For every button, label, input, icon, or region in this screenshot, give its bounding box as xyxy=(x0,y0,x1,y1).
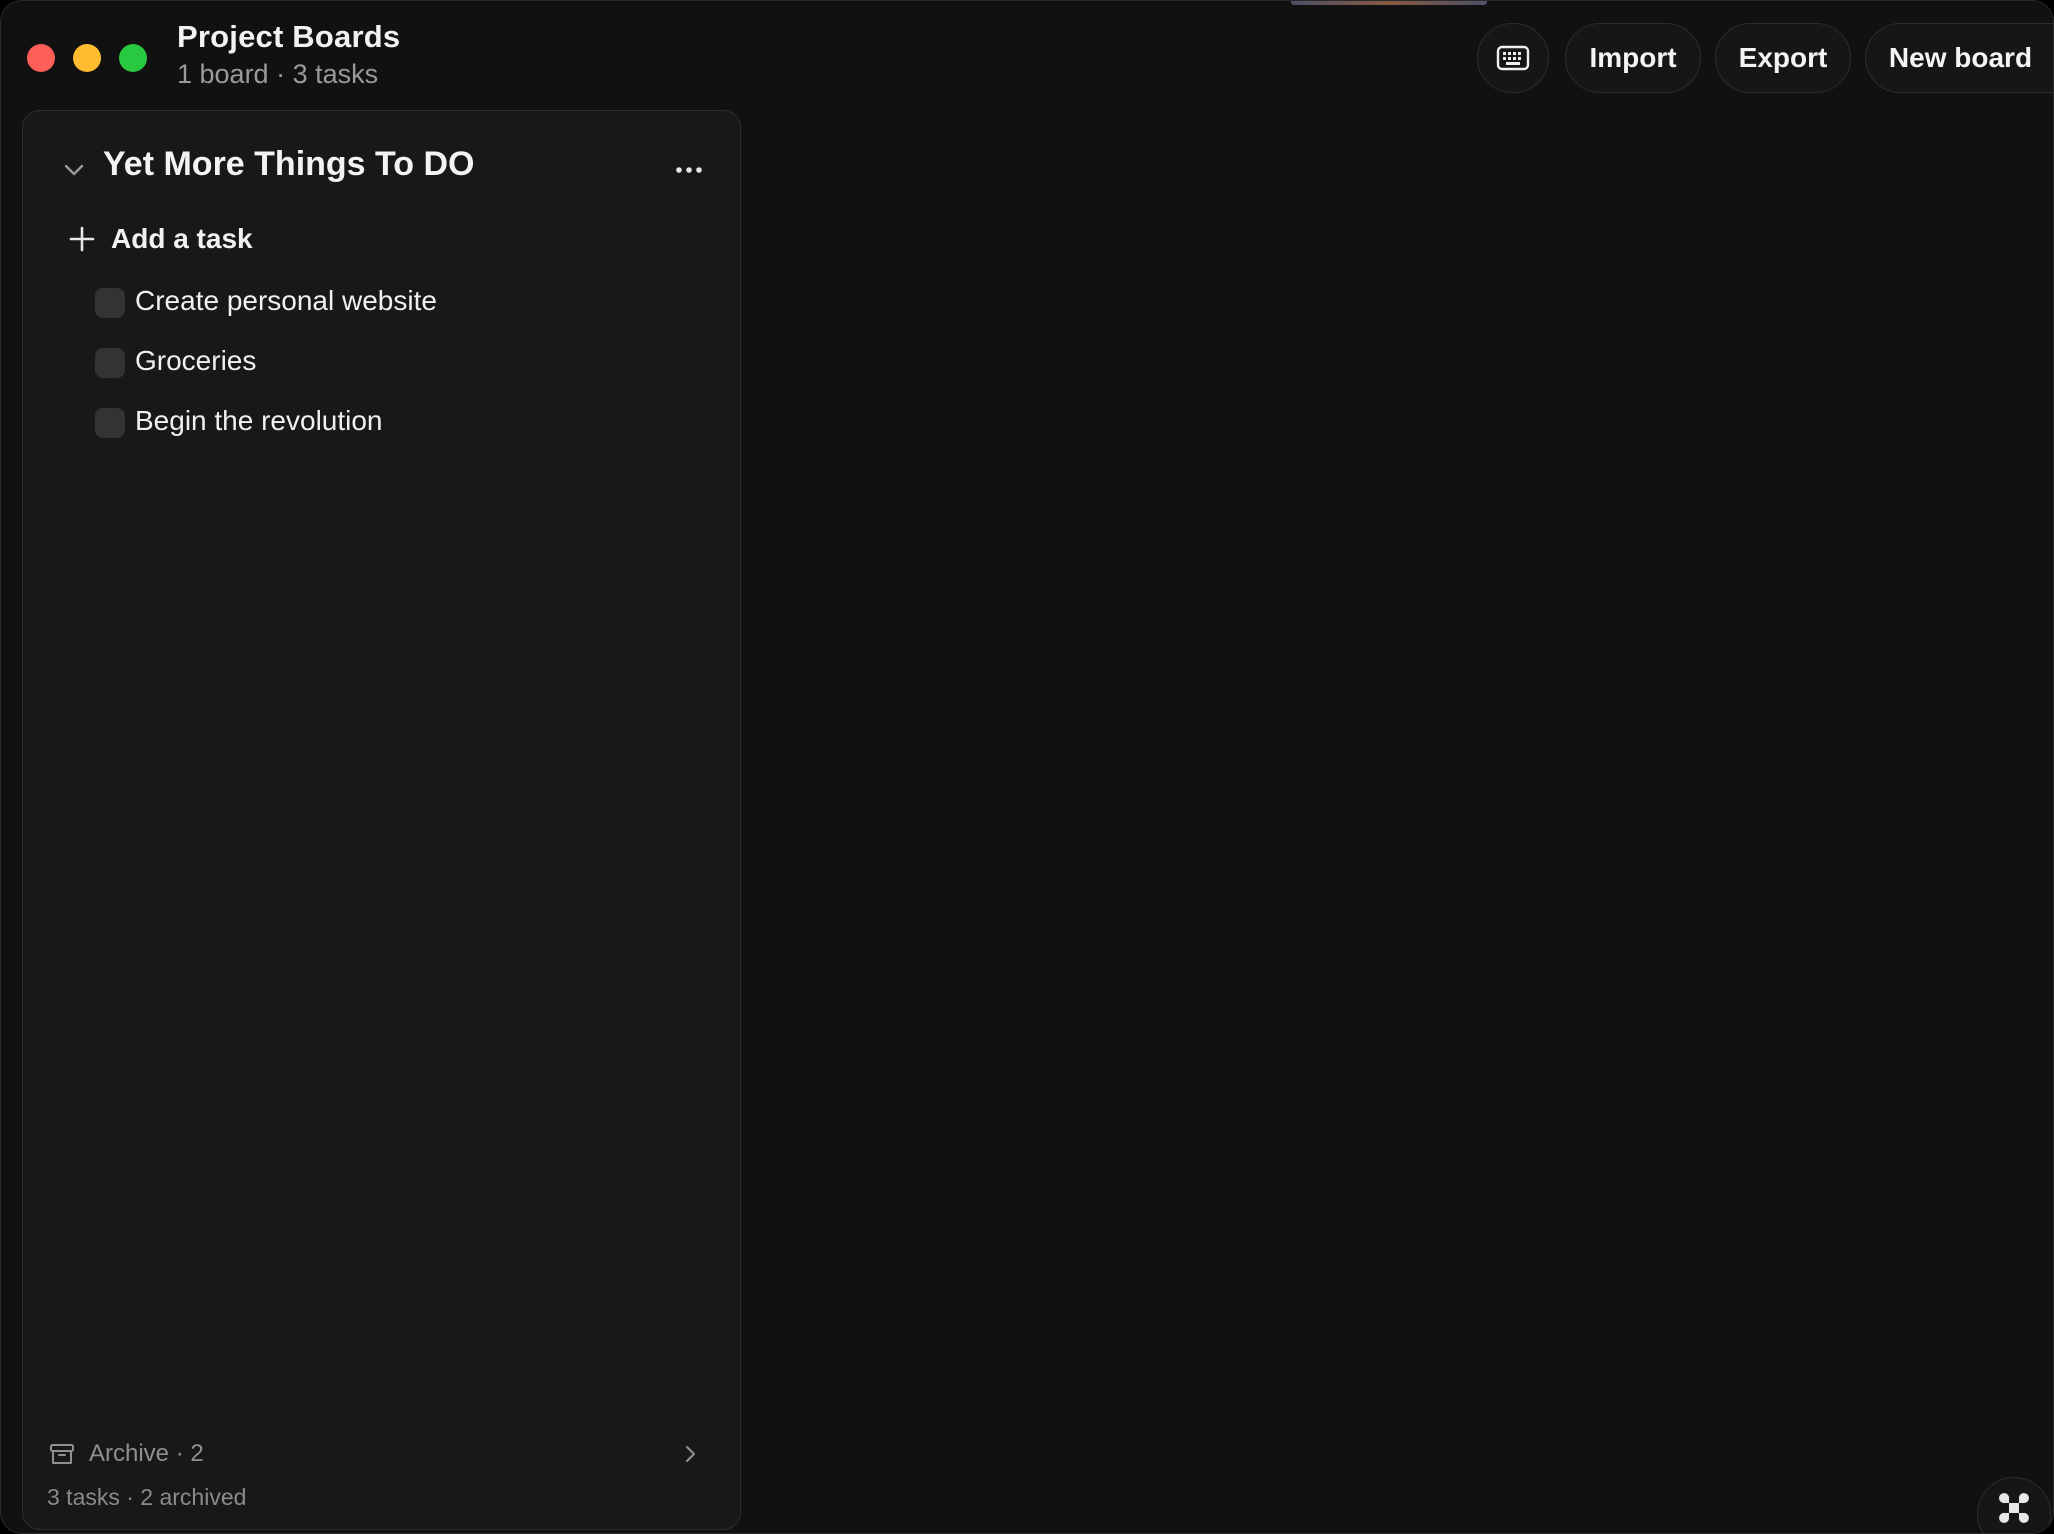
task-checkbox[interactable] xyxy=(95,288,125,318)
task-item[interactable]: Groceries xyxy=(95,341,695,381)
archive-link[interactable]: Archive · 2 xyxy=(47,1432,727,1476)
add-task-label: Add a task xyxy=(111,223,253,254)
board-title[interactable]: Yet More Things To DO xyxy=(103,145,475,184)
task-label: Begin the revolution xyxy=(135,405,383,436)
archive-icon xyxy=(50,1444,74,1464)
app-title: Project Boards xyxy=(177,19,401,54)
titlebar: Project Boards 1 board · 3 tasks Import … xyxy=(1,1,2053,109)
more-horizontal-icon[interactable] xyxy=(671,155,707,185)
chevron-right-icon xyxy=(685,1445,696,1463)
command-button[interactable] xyxy=(1977,1477,2051,1533)
command-icon xyxy=(1999,1493,2029,1523)
board-column: Yet More Things To DO Add a task Create … xyxy=(22,110,741,1530)
archive-label: Archive · 2 xyxy=(89,1440,204,1467)
keyboard-icon xyxy=(1496,45,1530,71)
zoom-window-button[interactable] xyxy=(119,44,147,72)
task-label: Create personal website xyxy=(135,285,437,316)
task-checkbox[interactable] xyxy=(95,348,125,378)
task-checkbox[interactable] xyxy=(95,408,125,438)
export-button[interactable]: Export xyxy=(1715,23,1851,93)
keyboard-shortcuts-button[interactable] xyxy=(1477,23,1549,93)
plus-icon xyxy=(69,226,95,252)
minimize-window-button[interactable] xyxy=(73,44,101,72)
import-button[interactable]: Import xyxy=(1565,23,1701,93)
new-board-button[interactable]: New board xyxy=(1865,23,2053,93)
task-item[interactable]: Begin the revolution xyxy=(95,401,695,441)
app-window: Project Boards 1 board · 3 tasks Import … xyxy=(0,0,2054,1534)
chevron-down-icon[interactable] xyxy=(59,155,89,185)
task-label: Groceries xyxy=(135,345,257,376)
task-item[interactable]: Create personal website xyxy=(95,281,695,321)
close-window-button[interactable] xyxy=(27,44,55,72)
add-task-button[interactable]: Add a task xyxy=(67,217,253,261)
board-stats: 3 tasks · 2 archived xyxy=(47,1484,247,1510)
app-subtitle: 1 board · 3 tasks xyxy=(177,59,379,89)
